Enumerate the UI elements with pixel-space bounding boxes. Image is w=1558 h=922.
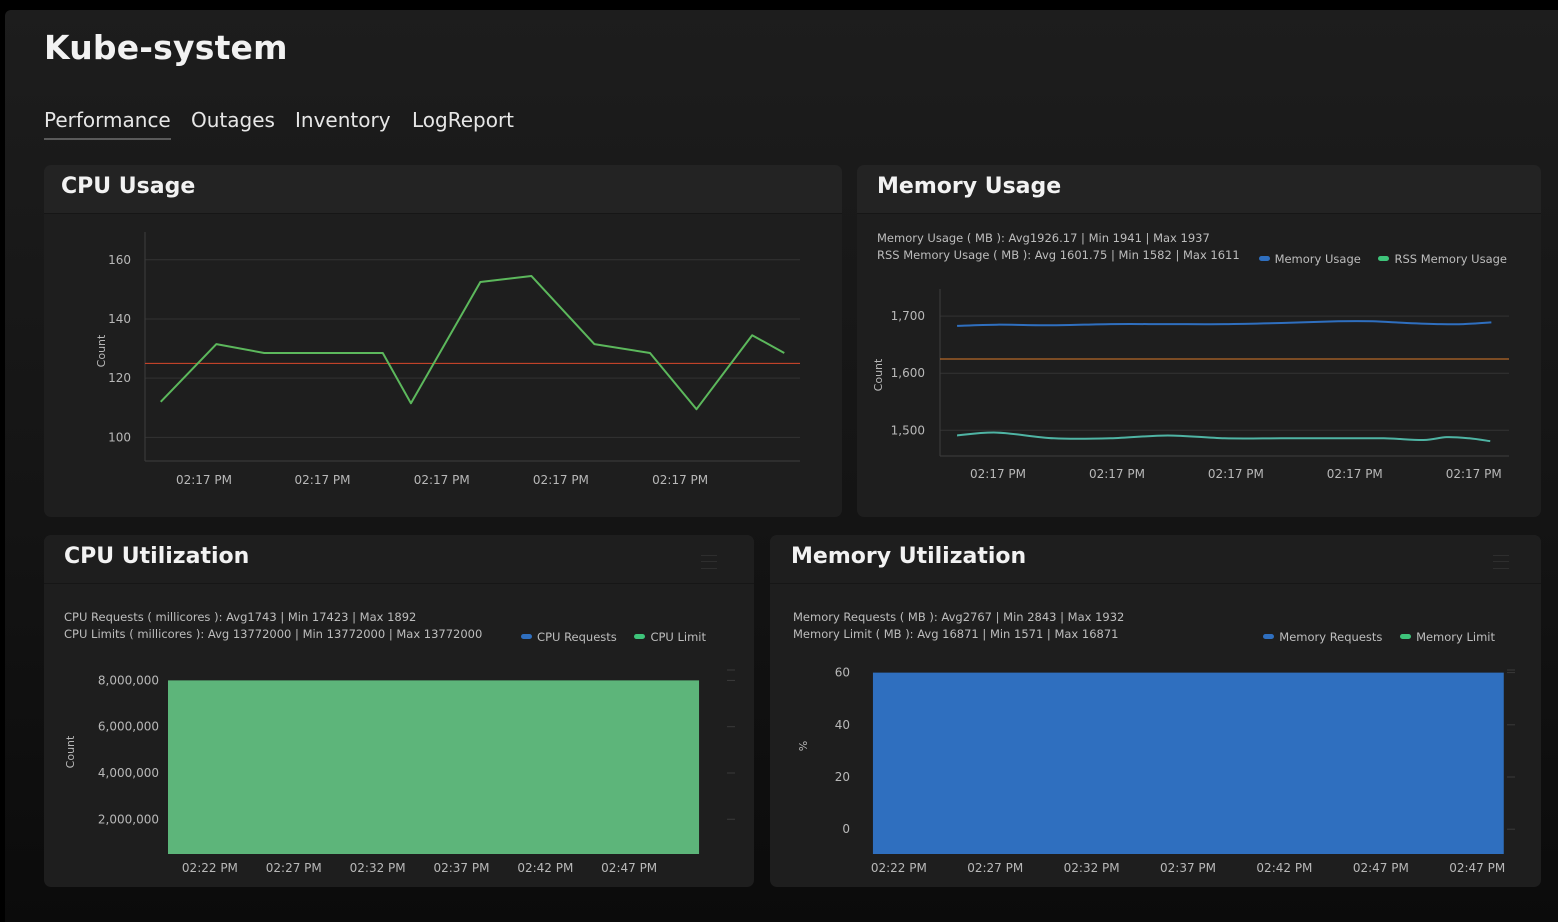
series-line <box>957 320 1492 327</box>
y-tick-label: 140 <box>108 312 131 326</box>
y-tick-label: 2,000,000 <box>98 812 159 826</box>
x-tick-label: 02:17 PM <box>533 473 589 487</box>
x-tick-label: 02:17 PM <box>970 467 1026 481</box>
x-tick-label: 02:17 PM <box>1446 467 1502 481</box>
tab-logreport[interactable]: LogReport <box>412 108 514 138</box>
x-tick-label: 02:37 PM <box>433 861 489 875</box>
x-tick-label: 02:37 PM <box>1160 861 1216 875</box>
cpu-utilization-chart: 2,000,000 4,000,000 6,000,000 8,000,000 Coun… <box>64 669 735 875</box>
series-area <box>872 672 1504 854</box>
y-tick-label: 4,000,000 <box>98 766 159 780</box>
x-tick-label: 02:32 PM <box>350 861 406 875</box>
y-tick-label: 8,000,000 <box>98 673 159 687</box>
y-axis-title: Count <box>64 735 77 768</box>
y-axis-title: Count <box>95 334 108 367</box>
y-tick-label: 1,600 <box>891 366 925 380</box>
y-tick-label: 20 <box>835 770 850 784</box>
y-tick-label: 1,700 <box>891 309 925 323</box>
x-tick-label: 02:17 PM <box>1208 467 1264 481</box>
y-tick-label: 0 <box>842 822 850 836</box>
memory-usage-panel: Memory Usage Memory Usage ( MB ): Avg192… <box>857 165 1541 517</box>
x-tick-label: 02:17 PM <box>1089 467 1145 481</box>
memory-utilization-panel: Memory Utilization Memory Requests ( MB … <box>770 535 1541 887</box>
x-tick-label: 02:32 PM <box>1064 861 1120 875</box>
x-tick-label: 02:42 PM <box>517 861 573 875</box>
tab-inventory[interactable]: Inventory <box>295 108 391 138</box>
tab-performance[interactable]: Performance <box>44 108 171 140</box>
memory-usage-chart: 1,500 1,600 1,700 Count 02:17 PM 02:17 PM 02:1… <box>872 289 1509 481</box>
x-tick-label: 02:27 PM <box>266 861 322 875</box>
series-line <box>956 431 1491 443</box>
cpu-usage-chart: 100 120 140 160 Count 02:17 PM 02:17 PM 02:17 P… <box>95 232 800 487</box>
x-tick-label: 02:17 PM <box>176 473 232 487</box>
x-tick-label: 02:22 PM <box>182 861 238 875</box>
y-tick-label: 6,000,000 <box>98 720 159 734</box>
x-tick-label: 02:42 PM <box>1256 861 1312 875</box>
x-tick-label: 02:17 PM <box>414 473 470 487</box>
memory-utilization-chart: 0 20 40 60% 02:22 PM 02:27 PM 02:32 PM 02:37 PM… <box>797 666 1515 875</box>
y-tick-label: 160 <box>108 253 131 267</box>
series-area <box>168 680 700 854</box>
cpu-usage-panel: CPU Usage 100 120 140 160 Count 02:17 PM 02:17… <box>44 165 842 517</box>
x-tick-label: 02:47 PM <box>601 861 657 875</box>
y-tick-label: 60 <box>835 666 850 680</box>
series-line <box>160 275 785 411</box>
x-tick-label: 02:17 PM <box>652 473 708 487</box>
x-tick-label: 02:27 PM <box>967 861 1023 875</box>
y-tick-label: 100 <box>108 430 131 444</box>
y-tick-label: 40 <box>835 718 850 732</box>
y-axis-title: % <box>797 741 810 751</box>
app-window: Kube-system Performance Outages Inventor… <box>5 10 1558 922</box>
x-tick-label: 02:22 PM <box>871 861 927 875</box>
cpu-utilization-panel: CPU Utilization CPU Requests ( millicore… <box>44 535 754 887</box>
x-tick-label: 02:17 PM <box>1327 467 1383 481</box>
x-tick-label: 02:47 PM <box>1449 861 1505 875</box>
y-tick-label: 1,500 <box>891 423 925 437</box>
x-tick-label: 02:47 PM <box>1353 861 1409 875</box>
page-title: Kube-system <box>44 28 288 67</box>
x-tick-label: 02:17 PM <box>295 473 351 487</box>
y-tick-label: 120 <box>108 371 131 385</box>
tab-outages[interactable]: Outages <box>191 108 275 138</box>
y-axis-title: Count <box>872 358 885 391</box>
